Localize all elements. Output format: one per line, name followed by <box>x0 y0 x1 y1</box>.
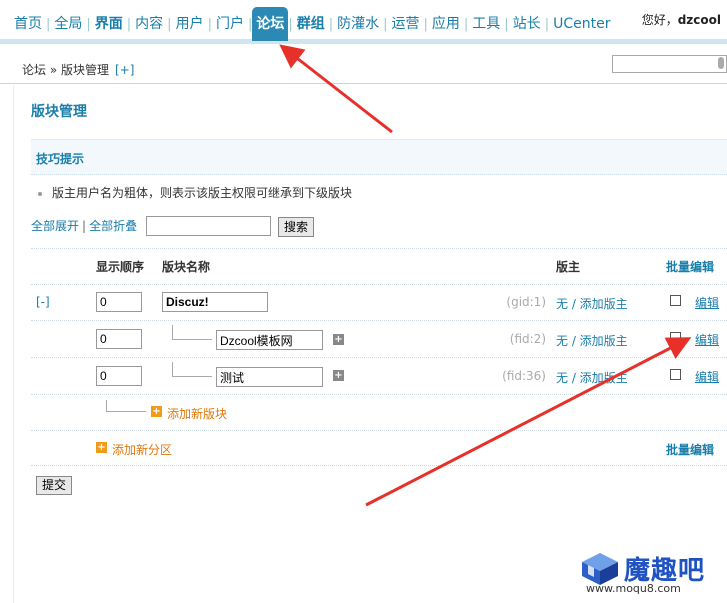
tree-line <box>172 325 173 339</box>
moderator-link[interactable]: 无 / 添加版主 <box>556 295 628 312</box>
order-input[interactable] <box>96 329 142 349</box>
table-divider <box>31 430 727 431</box>
category-id: (gid:1) <box>506 295 546 309</box>
tree-line <box>106 400 107 411</box>
table-divider <box>31 320 727 321</box>
microphone-icon <box>718 57 724 69</box>
tree-line <box>106 411 146 412</box>
table-divider <box>31 284 727 285</box>
nav-item[interactable]: 应用 <box>428 7 464 41</box>
nav-item[interactable]: UCenter <box>549 7 614 41</box>
tips-title: 技巧提示 <box>36 152 85 166</box>
nav-item[interactable]: 运营 <box>388 7 424 41</box>
nav-item[interactable]: 全局 <box>50 7 86 41</box>
add-icon[interactable]: + <box>151 406 162 417</box>
bullet-icon <box>38 191 42 196</box>
breadcrumb-text[interactable]: 论坛 » 版块管理 <box>22 63 109 77</box>
nav-item[interactable]: 首页 <box>10 7 46 41</box>
collapse-all-link[interactable]: 全部折叠 <box>89 219 137 233</box>
separator: | <box>82 219 87 233</box>
nav-item[interactable]: 工具 <box>468 7 504 41</box>
tree-line <box>172 339 212 340</box>
forum-id: (fid:36) <box>502 369 546 383</box>
tree-line <box>172 362 173 376</box>
table-divider <box>31 465 727 466</box>
forum-name-input[interactable] <box>216 330 323 350</box>
top-search-input[interactable] <box>612 55 727 73</box>
search-button[interactable]: 搜索 <box>278 217 314 237</box>
order-input[interactable] <box>96 366 142 386</box>
order-input[interactable] <box>96 292 142 312</box>
select-checkbox[interactable] <box>670 369 681 380</box>
moderator-link[interactable]: 无 / 添加版主 <box>556 332 628 349</box>
edit-link[interactable]: 编辑 <box>695 331 719 348</box>
batch-edit-link[interactable]: 批量编辑 <box>666 258 714 275</box>
batch-edit-link-bottom[interactable]: 批量编辑 <box>666 441 714 458</box>
greeting-text: 您好， <box>641 13 678 27</box>
nav-item[interactable]: 论坛 <box>252 7 289 41</box>
top-navigation-bar: 首页 | 全局 | 界面 | 内容 | 用户 | 门户 | 论坛 | 群组 | 防灌水 | 运营 | 应用 | 工具 | 站长 |… <box>0 0 727 44</box>
category-name-input[interactable] <box>162 292 268 312</box>
add-shortcut-button[interactable]: [+] <box>115 63 134 77</box>
forum-search-input[interactable] <box>146 216 271 236</box>
breadcrumb: 论坛 » 版块管理 [+] <box>22 61 134 78</box>
header-name: 版块名称 <box>162 260 211 274</box>
watermark-logo: 魔趣吧 www.moqu8.com <box>580 548 720 596</box>
add-category-link[interactable]: 添加新分区 <box>112 441 172 458</box>
moderator-link[interactable]: 无 / 添加版主 <box>556 369 628 386</box>
arrow-to-edit-link <box>365 337 692 507</box>
sidebar-edge <box>0 85 14 603</box>
table-divider <box>31 248 727 249</box>
nav-item[interactable]: 站长 <box>509 7 545 41</box>
add-subforum-icon[interactable]: + <box>333 370 344 381</box>
nav-item[interactable]: 界面 <box>91 7 127 41</box>
watermark-url: www.moqu8.com <box>586 582 681 595</box>
edit-link[interactable]: 编辑 <box>695 294 719 311</box>
add-forum-link[interactable]: 添加新版块 <box>167 405 227 422</box>
tip-text: 版主用户名为粗体，则表示该版主权限可继承到下级版块 <box>52 186 353 200</box>
tree-line <box>172 376 212 377</box>
expand-collapse-links: 全部展开 | 全部折叠 <box>31 217 137 234</box>
select-checkbox[interactable] <box>670 295 681 306</box>
table-divider <box>31 357 727 358</box>
tips-box: 技巧提示 <box>31 139 727 175</box>
nav-item[interactable]: 防灌水 <box>333 7 383 41</box>
edit-link[interactable]: 编辑 <box>695 368 719 385</box>
table-divider <box>31 394 727 395</box>
nav-item[interactable]: 用户 <box>172 7 208 41</box>
tip-line: 版主用户名为粗体，则表示该版主权限可继承到下级版块 <box>38 184 352 201</box>
user-greeting: 您好，dzcool <box>642 11 721 28</box>
nav-item[interactable]: 群组 <box>293 7 329 41</box>
expand-all-link[interactable]: 全部展开 <box>31 219 79 233</box>
add-subforum-icon[interactable]: + <box>333 334 344 345</box>
forum-id: (fid:2) <box>509 332 546 346</box>
nav-item[interactable]: 门户 <box>212 7 248 41</box>
submit-button[interactable]: 提交 <box>36 476 72 495</box>
header-order: 显示顺序 <box>96 260 145 274</box>
forum-name-input[interactable] <box>216 367 323 387</box>
nav-item[interactable]: 内容 <box>131 7 167 41</box>
select-checkbox[interactable] <box>670 332 681 343</box>
username[interactable]: dzcool <box>678 13 721 27</box>
main-nav: 首页 | 全局 | 界面 | 内容 | 用户 | 门户 | 论坛 | 群组 | 防灌水 | 运营 | 应用 | 工具 | 站长 |… <box>10 7 614 41</box>
page-title: 版块管理 <box>31 104 87 120</box>
collapse-toggle[interactable]: [-] <box>36 295 50 309</box>
header-moderator: 版主 <box>556 260 581 274</box>
add-icon[interactable]: + <box>96 442 107 453</box>
